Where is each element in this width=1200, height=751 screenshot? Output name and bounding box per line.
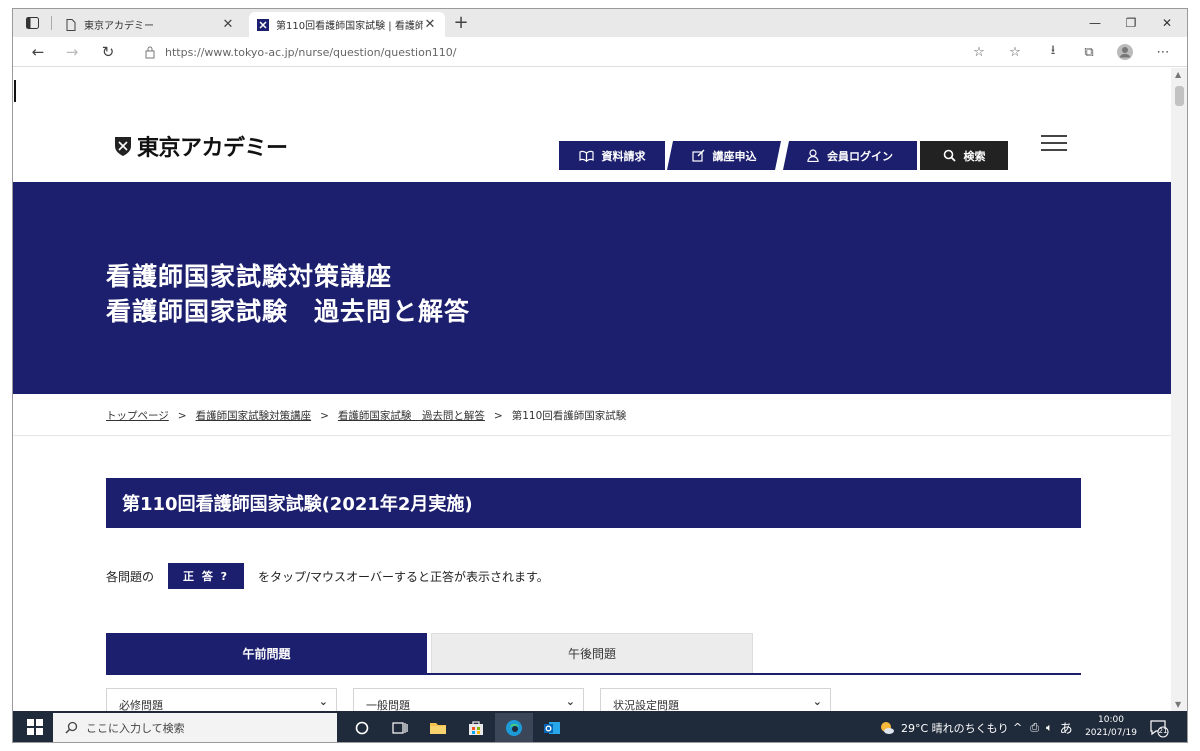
volume-icon[interactable]: 🔈︎ bbox=[1046, 721, 1053, 735]
hero-banner: 看護師国家試験対策講座 看護師国家試験 過去問と解答 bbox=[13, 182, 1171, 394]
user-icon bbox=[807, 149, 819, 162]
breadcrumb-separator: > bbox=[320, 409, 329, 422]
task-view-icon[interactable] bbox=[381, 713, 419, 742]
search-icon bbox=[943, 149, 956, 162]
tab-strip: 東京アカデミー ✕ 第110回看護師国家試験 | 看護師 ✕ + — ❐ ✕ bbox=[13, 9, 1187, 37]
tab-morning[interactable]: 午前問題 bbox=[106, 633, 427, 673]
chevron-down-icon: ⌄ bbox=[318, 695, 328, 708]
breadcrumb-separator: > bbox=[177, 409, 187, 422]
outlook-icon[interactable] bbox=[533, 713, 571, 742]
store-icon[interactable] bbox=[457, 713, 495, 742]
filter-situation-dropdown[interactable]: 状況設定問題 ⌄ bbox=[600, 688, 831, 711]
url-text: https://www.tokyo-ac.jp/nurse/question/q… bbox=[165, 45, 457, 59]
restore-button[interactable]: ❐ bbox=[1113, 9, 1149, 37]
tab-title: 第110回看護師国家試験 | 看護師 bbox=[276, 21, 423, 32]
notification-center-icon[interactable]: 21 bbox=[1149, 718, 1169, 738]
notification-count: 21 bbox=[1158, 727, 1168, 735]
crest-icon bbox=[115, 137, 131, 156]
apply-course-button[interactable]: 講座申込 bbox=[667, 141, 781, 170]
profile-avatar[interactable] bbox=[1115, 42, 1135, 62]
more-menu-icon[interactable]: ⋯ bbox=[1153, 42, 1173, 62]
breadcrumb-separator: > bbox=[493, 409, 503, 422]
tab-tokyo-academy[interactable]: 東京アカデミー ✕ bbox=[57, 12, 243, 37]
cortana-icon[interactable] bbox=[343, 713, 381, 742]
hero-title-line2: 看護師国家試験 過去問と解答 bbox=[106, 297, 471, 326]
chevron-down-icon: ⌄ bbox=[565, 695, 575, 708]
favorites-icon[interactable]: ☆ bbox=[1005, 42, 1025, 62]
taskbar-search-box[interactable]: ここに入力して検索 bbox=[53, 713, 337, 742]
breadcrumb-current: 第110回看護師国家試験 bbox=[511, 410, 627, 422]
book-icon bbox=[578, 150, 594, 162]
tray-icons: ^ ⎙ 🔈︎ あ bbox=[1013, 711, 1073, 742]
logo-text: 東京アカデミー bbox=[137, 136, 288, 161]
network-icon[interactable]: ⎙ bbox=[1030, 721, 1039, 735]
scroll-up-icon[interactable]: ▲ bbox=[1175, 70, 1181, 79]
new-tab-button[interactable]: + bbox=[449, 12, 473, 34]
request-materials-button[interactable]: 資料請求 bbox=[559, 141, 665, 170]
session-tabs: 午前問題 午後問題 bbox=[106, 633, 1081, 675]
forward-button[interactable]: → bbox=[61, 41, 83, 63]
clock-date: 2021/07/19 bbox=[1085, 728, 1137, 738]
tab-actions-icon[interactable] bbox=[19, 14, 45, 32]
top-nav: 資料請求 講座申込 会員ログイン 検索 bbox=[559, 141, 1008, 170]
add-favorite-icon[interactable]: ☆ bbox=[969, 42, 989, 62]
instruction-suffix: をタップ/マウスオーバーすると正答が表示されます。 bbox=[258, 569, 549, 584]
breadcrumb-link-top[interactable]: トップページ bbox=[106, 408, 169, 423]
breadcrumb-link-past-exams[interactable]: 看護師国家試験 過去問と解答 bbox=[338, 408, 485, 423]
hamburger-menu-icon[interactable] bbox=[1041, 135, 1067, 153]
scroll-down-icon[interactable]: ▼ bbox=[1175, 700, 1181, 709]
windows-start-icon[interactable] bbox=[27, 719, 43, 735]
file-explorer-icon[interactable] bbox=[419, 713, 457, 742]
chevron-down-icon: ⌄ bbox=[812, 695, 822, 708]
lock-icon bbox=[145, 46, 155, 59]
refresh-button[interactable]: ↻ bbox=[97, 41, 119, 63]
instruction-prefix: 各問題の bbox=[106, 569, 155, 584]
close-icon[interactable]: ✕ bbox=[423, 17, 437, 32]
member-login-button[interactable]: 会員ログイン bbox=[783, 141, 917, 170]
browser-window: 東京アカデミー ✕ 第110回看護師国家試験 | 看護師 ✕ + — ❐ ✕ ←… bbox=[12, 8, 1188, 743]
exam-title: 第110回看護師国家試験(2021年2月実施) bbox=[106, 478, 1081, 528]
search-button[interactable]: 検索 bbox=[920, 141, 1008, 170]
back-button[interactable]: ← bbox=[27, 41, 49, 63]
weather-widget[interactable]: 29°C 晴れのちくもり bbox=[879, 711, 1009, 742]
breadcrumb: トップページ > 看護師国家試験対策講座 > 看護師国家試験 過去問と解答 > … bbox=[106, 408, 626, 423]
clock-time: 10:00 bbox=[1098, 715, 1124, 725]
tab-exam-page[interactable]: 第110回看護師国家試験 | 看護師 ✕ bbox=[249, 12, 445, 37]
address-bar-row: ← → ↻ https://www.tokyo-ac.jp/nurse/ques… bbox=[13, 37, 1187, 67]
site-logo[interactable]: 東京アカデミー bbox=[113, 130, 288, 162]
close-icon[interactable]: ✕ bbox=[221, 17, 235, 32]
text-cursor bbox=[14, 80, 16, 102]
answer-instruction: 各問題の 正 答 ? をタップ/マウスオーバーすると正答が表示されます。 bbox=[106, 563, 549, 589]
ime-indicator[interactable]: あ bbox=[1060, 718, 1073, 737]
close-window-button[interactable]: ✕ bbox=[1149, 9, 1185, 37]
chevron-up-icon[interactable]: ^ bbox=[1013, 721, 1022, 734]
clock[interactable]: 10:00 2021/07/19 bbox=[1083, 714, 1139, 740]
page-icon bbox=[66, 18, 76, 31]
filter-required-dropdown[interactable]: 必修問題 ⌄ bbox=[106, 688, 337, 711]
search-icon bbox=[65, 721, 78, 734]
scroll-thumb[interactable] bbox=[1175, 86, 1184, 106]
edit-icon bbox=[692, 149, 705, 162]
minimize-button[interactable]: — bbox=[1077, 9, 1113, 37]
url-field[interactable]: https://www.tokyo-ac.jp/nurse/question/q… bbox=[137, 41, 967, 63]
collections-icon[interactable]: ⧉ bbox=[1079, 42, 1099, 62]
page-scrollbar[interactable]: ▲ ▼ bbox=[1171, 68, 1187, 711]
site-favicon-icon bbox=[257, 18, 269, 31]
filter-general-dropdown[interactable]: 一般問題 ⌄ bbox=[353, 688, 584, 711]
windows-taskbar: ここに入力して検索 29°C 晴れのちくもり ^ ⎙ 🔈︎ あ 10:00 20… bbox=[13, 711, 1187, 742]
weather-icon bbox=[881, 721, 894, 734]
breadcrumb-link-course[interactable]: 看護師国家試験対策講座 bbox=[196, 408, 312, 423]
page-viewport: 東京アカデミー 資料請求 講座申込 会員ログイン 検索 看護師国家試験対策講座 bbox=[13, 68, 1171, 711]
answer-badge-example: 正 答 ? bbox=[168, 563, 245, 589]
hero-title-line1: 看護師国家試験対策講座 bbox=[106, 262, 393, 291]
divider bbox=[13, 435, 1171, 436]
downloads-icon[interactable]: ⭳ bbox=[1043, 42, 1063, 62]
tab-title: 東京アカデミー bbox=[84, 21, 154, 32]
edge-browser-icon[interactable] bbox=[495, 713, 533, 742]
tab-separator bbox=[51, 16, 52, 30]
tab-afternoon[interactable]: 午後問題 bbox=[431, 633, 753, 673]
